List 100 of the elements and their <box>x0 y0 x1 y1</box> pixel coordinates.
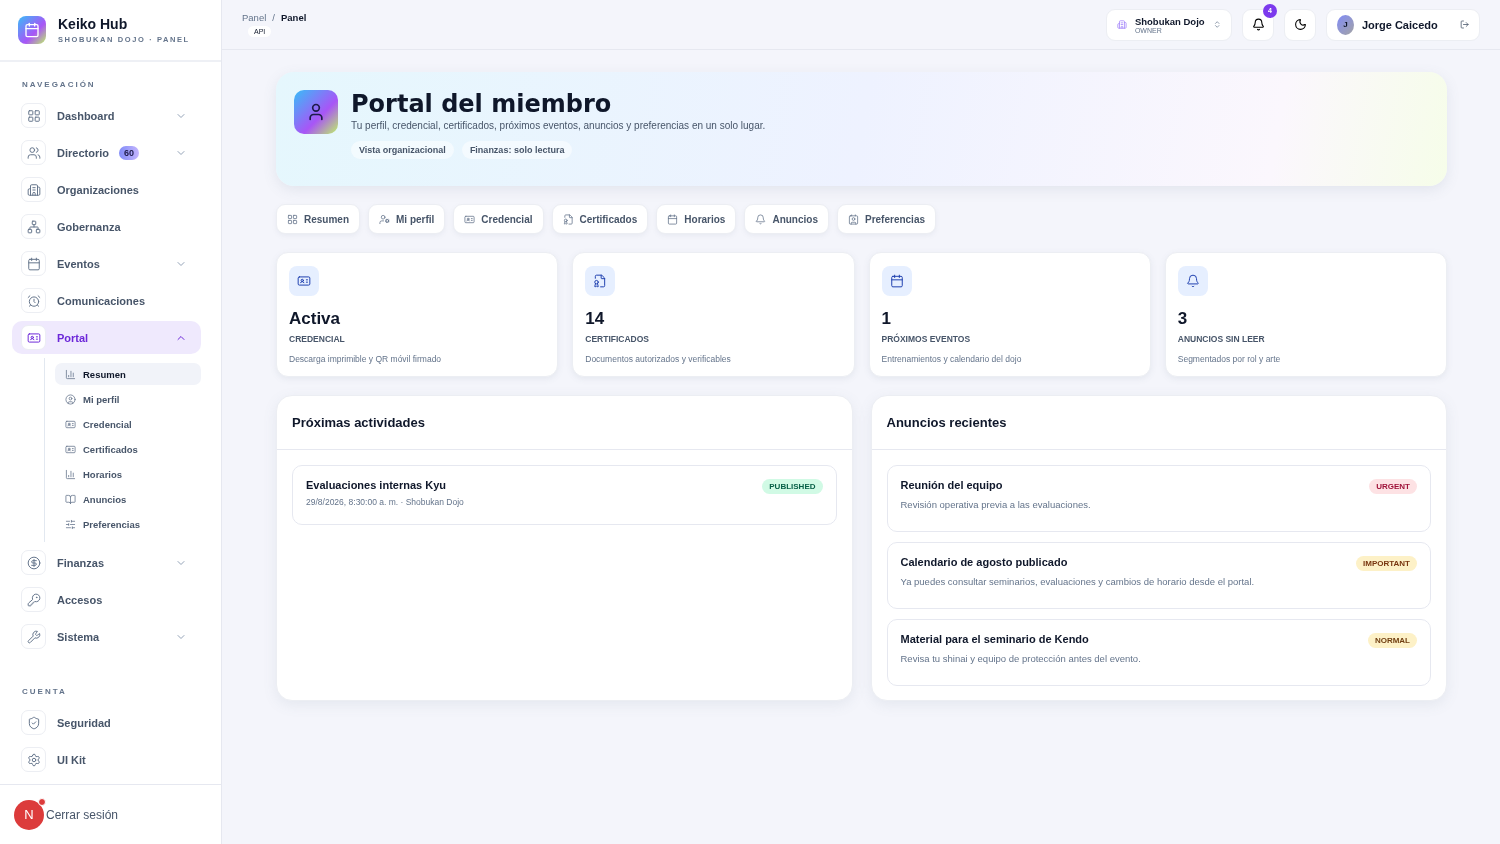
tab-button[interactable]: Anuncios <box>744 204 829 234</box>
nav-label: Eventos <box>57 257 100 270</box>
status-badge: PUBLISHED <box>762 479 823 494</box>
nav-label: Finanzas <box>57 556 105 569</box>
priority-badge: IMPORTANT <box>1356 556 1417 571</box>
announcement-body: Revisa tu shinai y equipo de protección antes del evento. <box>900 653 1141 664</box>
settings-icon <box>26 752 41 767</box>
stat-label: ANUNCIOS SIN LEER <box>1177 334 1266 344</box>
bell-icon <box>1185 274 1200 288</box>
users-icon <box>26 145 41 160</box>
nav-label: UI Kit <box>57 753 86 766</box>
nav-label: Portal <box>57 331 89 344</box>
panel-title: Anuncios recientes <box>871 396 1446 450</box>
activity-meta: 29/8/2026, 8:30:00 a. m. · Shobukan Dojo <box>306 497 464 507</box>
stat-note: Documentos autorizados y verificables <box>585 354 732 364</box>
priority-badge: URGENT <box>1369 479 1417 494</box>
nav-label: Organizaciones <box>57 183 139 196</box>
id-card-icon <box>65 418 76 430</box>
announcement-title: Reunión del equipo <box>900 479 1004 491</box>
user-name: Jorge Caicedo <box>1361 18 1438 31</box>
tab-button[interactable]: Certificados <box>551 204 649 234</box>
sliders-icon <box>65 518 76 530</box>
page-subtitle: Tu perfil, credencial, certificados, próximos eventos, anuncios y preferencias en un solo lugar. <box>351 120 766 131</box>
count-badge: 60 <box>118 145 139 160</box>
announcement-body: Ya puedes consultar seminarios, evaluaciones y cambios de horario desde el portal. <box>900 576 1255 587</box>
nav-item[interactable]: Gobernanza <box>12 210 201 243</box>
sub-nav-item[interactable]: Horarios <box>55 463 201 485</box>
sub-nav-item[interactable]: Preferencias <box>55 513 201 535</box>
document-icon <box>593 274 608 288</box>
nav-item[interactable]: Eventos <box>12 247 201 280</box>
sub-nav-item[interactable]: Mi perfil <box>55 388 201 410</box>
nav-item[interactable]: Organizaciones <box>12 173 201 206</box>
sub-nav-item[interactable]: Certificados <box>55 438 201 460</box>
announcement-card[interactable]: Calendario de agosto publicado Ya puedes consultar seminarios, evaluaciones y cambios de horario desde el portal. IMPORTANT <box>886 542 1431 609</box>
info-tag: Vista organizacional <box>351 141 454 159</box>
stat-label: PRÓXIMOS EVENTOS <box>881 334 972 344</box>
user-icon <box>379 213 390 225</box>
nav-item[interactable]: Comunicaciones <box>12 284 201 317</box>
app-name: Keiko Hub <box>58 16 129 32</box>
bar-chart-icon <box>65 468 76 480</box>
section-heading: NAVEGACIÓN <box>21 79 97 91</box>
nav-item[interactable]: Finanzas <box>12 546 201 579</box>
bell-icon <box>1251 18 1265 31</box>
calendar-icon <box>667 213 679 225</box>
bell-icon <box>755 213 767 225</box>
stat-label: CREDENCIAL <box>289 334 346 344</box>
sub-nav-item[interactable]: Resumen <box>55 363 201 385</box>
announcement-card[interactable]: Material para el seminario de Kendo Revisa tu shinai y equipo de protección antes del evento. NORMAL <box>886 619 1431 686</box>
hierarchy-icon <box>26 219 41 234</box>
building-icon <box>26 182 41 197</box>
theme-toggle-button[interactable] <box>1284 8 1316 41</box>
key-icon <box>26 592 41 607</box>
nav-item[interactable]: Directorio 60 <box>12 136 201 169</box>
nav-item[interactable]: Dashboard <box>12 99 201 132</box>
nav-label: Sistema <box>57 630 100 643</box>
bar-chart-icon <box>65 368 76 380</box>
breadcrumb-link[interactable]: Panel <box>242 12 267 23</box>
nav-label: Comunicaciones <box>57 294 146 307</box>
announcement-title: Material para el seminario de Kendo <box>900 633 1090 645</box>
activity-title: Evaluaciones internas Kyu <box>306 479 447 491</box>
book-icon <box>65 493 76 505</box>
nav-label: Dashboard <box>57 109 115 122</box>
id-card-icon <box>65 443 76 455</box>
id-card-icon <box>26 330 41 345</box>
id-card-icon <box>464 213 476 225</box>
nav-item[interactable]: Seguridad <box>12 706 201 739</box>
tab-button[interactable]: Mi perfil <box>368 204 446 234</box>
app-logo <box>18 16 46 44</box>
nav-item[interactable]: Accesos <box>12 583 201 616</box>
announcement-body: Revisión operativa previa a las evaluaciones. <box>900 499 1091 510</box>
nav-label: Seguridad <box>57 716 111 729</box>
announcement-card[interactable]: Reunión del equipo Revisión operativa previa a las evaluaciones. URGENT <box>886 465 1431 532</box>
organization-name: Shobukan Dojo <box>1134 15 1205 27</box>
nav-item[interactable]: Sistema <box>12 620 201 653</box>
alarm-icon <box>26 293 41 308</box>
grid-icon <box>26 108 41 123</box>
tab-button[interactable]: Preferencias <box>837 204 937 234</box>
sub-nav-item[interactable]: Credencial <box>55 413 201 435</box>
nav-item[interactable]: Portal <box>12 321 201 354</box>
stat-note: Descarga imprimible y QR móvil firmado <box>289 354 443 364</box>
tab-button[interactable]: Horarios <box>656 204 737 234</box>
document-icon <box>562 213 574 225</box>
logout-icon <box>1459 19 1469 30</box>
user-icon <box>306 102 326 122</box>
user-menu[interactable]: J Jorge Caicedo <box>1326 8 1480 41</box>
stat-label: CERTIFICADOS <box>585 334 650 344</box>
stat-value: Activa <box>289 309 342 329</box>
tab-button[interactable]: Resumen <box>276 204 360 234</box>
tab-button[interactable]: Credencial <box>453 204 544 234</box>
stat-note: Segmentados por rol y arte <box>1177 354 1282 364</box>
breadcrumb-link[interactable]: Panel <box>280 12 307 23</box>
section-heading: CUENTA <box>21 686 68 698</box>
nav-item[interactable]: UI Kit <box>12 743 201 776</box>
sub-nav-item[interactable]: Anuncios <box>55 488 201 510</box>
activity-card[interactable]: Evaluaciones internas Kyu 29/8/2026, 8:30:00 a. m. · Shobukan Dojo PUBLISHED <box>292 465 837 525</box>
building-icon <box>1117 18 1127 31</box>
up-down-chevron-icon <box>1212 19 1221 30</box>
logout-link[interactable]: Cerrar sesión <box>46 807 119 822</box>
moon-icon <box>1293 18 1307 31</box>
page-title: Portal del miembro <box>351 90 613 118</box>
